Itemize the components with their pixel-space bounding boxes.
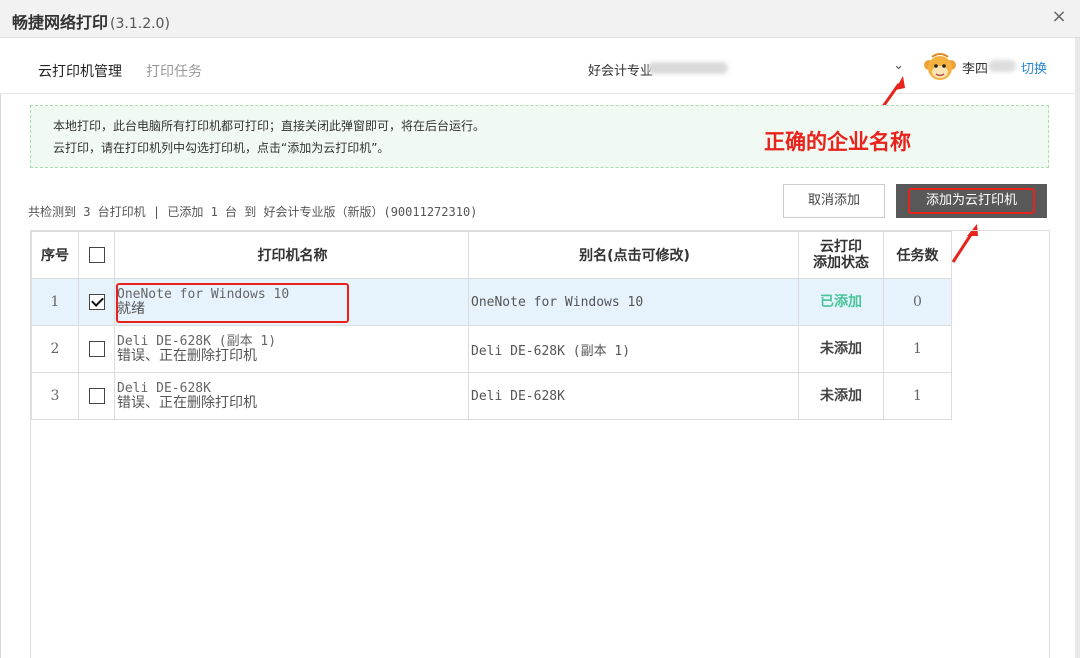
printer-alias[interactable]: Deli DE-628K (副本 1) [471,344,630,359]
alias-cell[interactable]: Deli DE-628K [468,372,799,420]
table-row[interactable]: 3 Deli DE-628K 错误、正在删除打印机 Deli DE-628K 未添… [31,372,952,420]
printer-table-container: 序号 打印机名称 别名(点击可修改) 云打印 添加状态 任务数 1 OneNote… [30,230,1050,658]
avatar[interactable] [922,51,958,85]
status-badge: 未添加 [820,387,862,404]
add-cloud-printer-button[interactable]: 添加为云打印机 [896,184,1047,218]
row-checkbox-cell [78,278,115,326]
row-checkbox[interactable] [88,341,105,357]
notice-line-cloud: 云打印，请在打印机列中勾选打印机，点击“添加为云打印机”。 [53,141,390,155]
row-checkbox[interactable] [88,388,105,404]
table-row[interactable]: 2 Deli DE-628K (副本 1) 错误、正在删除打印机 Deli DE-… [31,325,952,373]
cancel-add-button[interactable]: 取消添加 [783,184,885,218]
printer-name-cell: OneNote for Windows 10 就绪 [114,278,469,326]
notice-line-local: 本地打印，此台电脑所有打印机都可打印；直接关闭此弹窗即可，将在后台运行。 [53,119,486,133]
alias-cell[interactable]: Deli DE-628K (副本 1) [468,325,799,373]
tab-cloud-printer-manage[interactable]: 云打印机管理 [38,61,122,81]
window-title: 畅捷网络打印 (3.1.2.0) [12,13,170,32]
task-count: 1 [883,325,952,373]
printer-table: 序号 打印机名称 别名(点击可修改) 云打印 添加状态 任务数 1 OneNote… [31,231,952,420]
row-index: 3 [31,372,79,420]
row-index: 2 [31,325,79,373]
row-checkbox-cell [78,372,115,420]
printer-name-cell: Deli DE-628K 错误、正在删除打印机 [114,372,469,420]
title-bar: 畅捷网络打印 (3.1.2.0) × [0,0,1080,38]
alias-cell[interactable]: OneNote for Windows 10 [468,278,799,326]
close-button[interactable]: × [1050,8,1068,26]
company-name-redacted [648,62,728,74]
company-name: 好会计专业 [588,64,654,79]
row-index: 1 [31,278,79,326]
printer-name: Deli DE-628K (副本 1) [117,334,277,349]
table-header-row: 序号 打印机名称 别名(点击可修改) 云打印 添加状态 任务数 [31,231,952,279]
header-alias: 别名(点击可修改) [468,231,799,279]
frame-left-border [0,38,1,658]
company-select[interactable]: 好会计专业 ⌄ [588,58,918,80]
cloud-status-cell: 未添加 [798,372,884,420]
header-printer-name: 打印机名称 [114,231,469,279]
printer-state: 错误、正在删除打印机 [117,348,257,364]
detection-summary: 共检测到 3 台打印机 | 已添加 1 台 到 好会计专业版（新版）(90011… [28,205,478,219]
row-checkbox-cell [78,325,115,373]
header-select-all [78,231,115,279]
printer-name: Deli DE-628K [117,381,211,396]
annotation-label: 正确的企业名称 [764,130,911,154]
printer-alias[interactable]: Deli DE-628K [471,389,565,404]
header-status-line1: 云打印 [820,239,862,255]
header-index: 序号 [31,231,79,279]
frame-right-border [1075,38,1080,658]
tab-print-jobs[interactable]: 打印任务 [146,61,202,81]
printer-alias[interactable]: OneNote for Windows 10 [471,295,643,310]
table-row[interactable]: 1 OneNote for Windows 10 就绪 OneNote for W… [31,278,952,326]
row-checkbox[interactable] [88,294,105,310]
status-badge: 已添加 [820,293,862,310]
printer-name-cell: Deli DE-628K (副本 1) 错误、正在删除打印机 [114,325,469,373]
app-version: (3.1.2.0) [110,16,170,32]
task-count: 1 [883,372,952,420]
header-status-line2: 添加状态 [813,255,869,271]
status-badge: 未添加 [820,340,862,357]
task-count: 0 [883,278,952,326]
printer-state: 错误、正在删除打印机 [117,395,257,411]
chevron-down-icon: ⌄ [893,58,904,73]
user-name-redacted [988,60,1016,72]
cloud-status-cell: 未添加 [798,325,884,373]
header-cloud-status: 云打印 添加状态 [798,231,884,279]
select-all-checkbox[interactable] [88,247,105,263]
cloud-status-cell: 已添加 [798,278,884,326]
header-tasks: 任务数 [883,231,952,279]
printer-name: OneNote for Windows 10 [117,287,290,302]
user-name: 李四 [962,62,989,77]
switch-account-link[interactable]: 切换 [1021,58,1047,77]
printer-state: 就绪 [117,301,145,317]
top-nav: 云打印机管理 打印任务 好会计专业 ⌄ 李四 切换 [0,38,1075,94]
